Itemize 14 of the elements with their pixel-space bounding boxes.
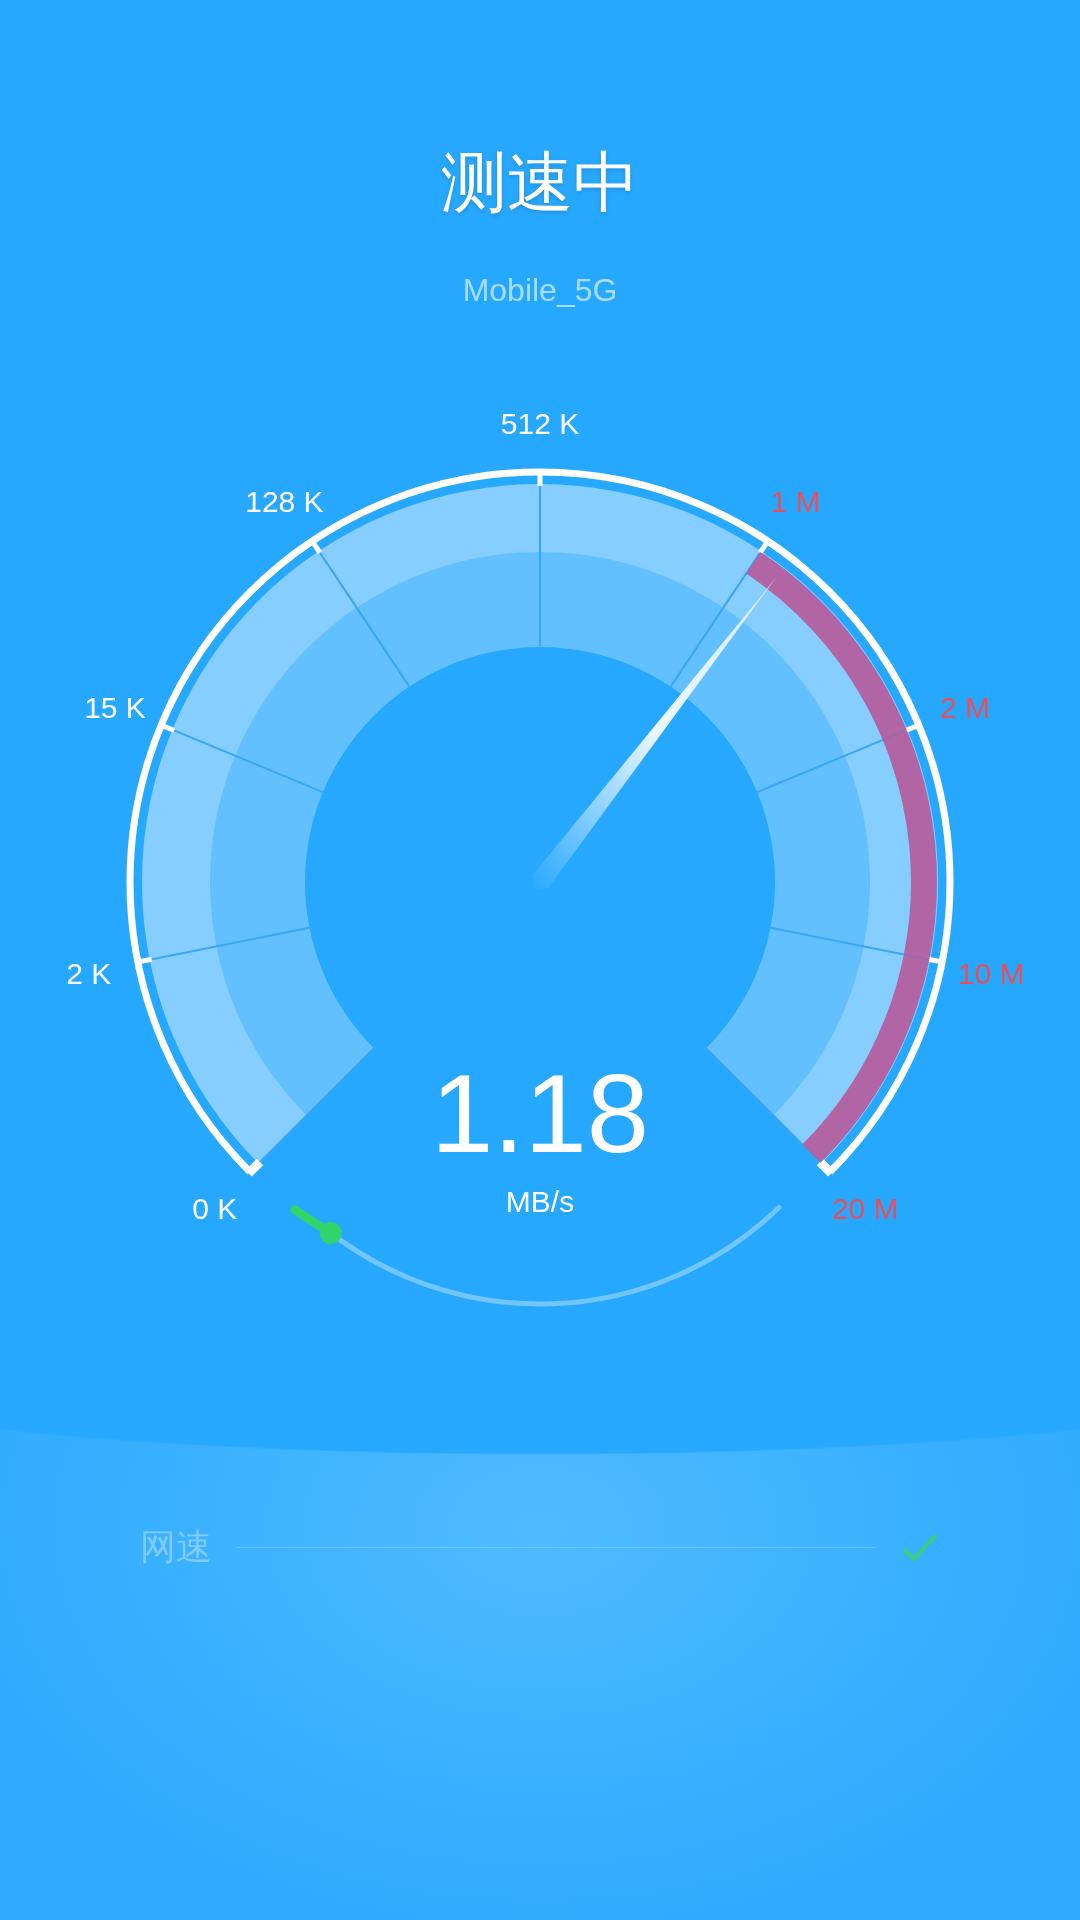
speed-unit: MB/s <box>505 1185 575 1218</box>
result-label: 网速 <box>140 1525 212 1569</box>
scale-label: 128 K <box>245 484 324 518</box>
page-title: 测速中 <box>441 150 639 216</box>
scale-label: 15 K <box>84 690 146 724</box>
scale-label: 2 M <box>940 690 990 724</box>
scale-label: 20 M <box>831 1192 899 1226</box>
scale-label: 2 K <box>66 956 112 990</box>
scale-label: 10 M <box>957 956 1025 990</box>
speed-reading: 1.18 <box>431 1051 649 1176</box>
network-name: Mobile_5G <box>462 271 618 310</box>
scale-label: 1 M <box>770 484 821 518</box>
scale-label: 512 K <box>500 407 580 440</box>
scale-label: 0 K <box>192 1192 238 1226</box>
